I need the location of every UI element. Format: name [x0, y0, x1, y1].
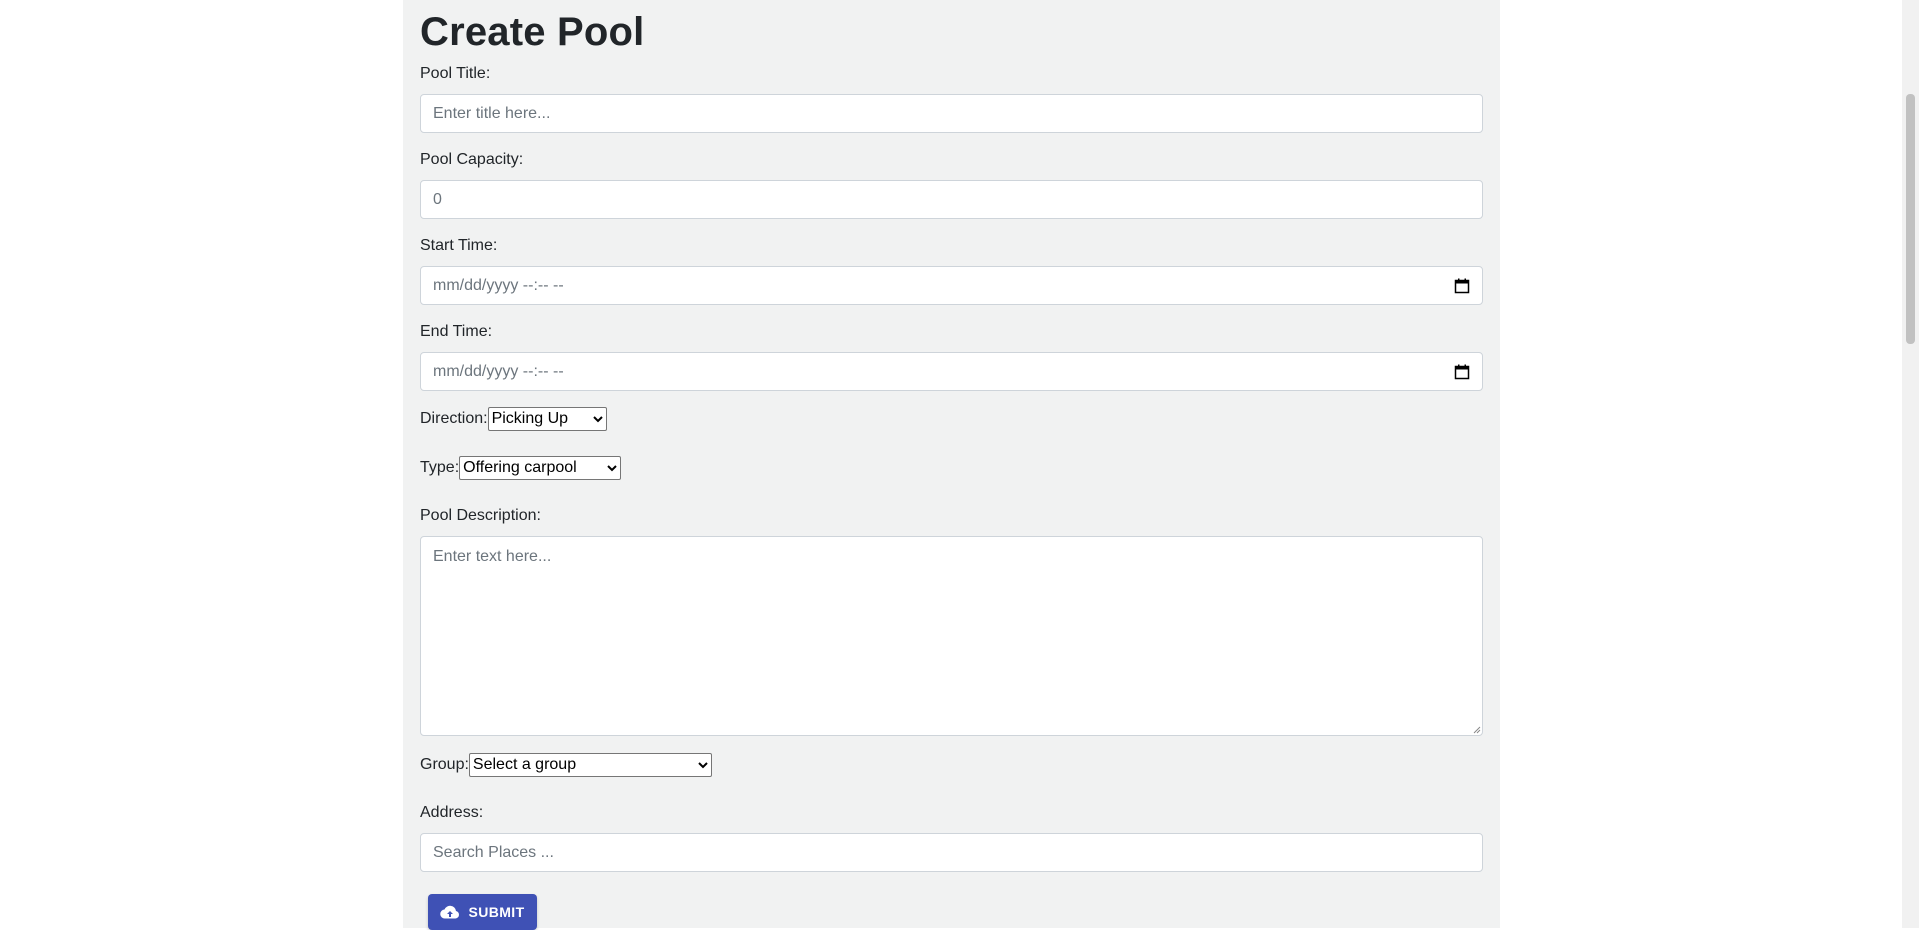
address-label: Address:	[420, 804, 484, 821]
group-value: Select a group	[472, 756, 577, 773]
type-select[interactable]: Offering carpool	[459, 456, 622, 480]
submit-button[interactable]: SUBMIT	[428, 894, 537, 930]
end-time-value: mm/dd/yyyy --:-- --	[433, 363, 564, 380]
form-panel: Create Pool Pool Title: Pool Capacity: S…	[403, 0, 1500, 930]
group-row: Group: Select a group	[420, 753, 712, 777]
start-time-label: Start Time:	[420, 237, 498, 254]
chevron-down-icon	[698, 762, 708, 769]
direction-label: Direction:	[420, 410, 488, 427]
type-row: Type: Offering carpool	[420, 456, 622, 480]
start-time-input[interactable]: mm/dd/yyyy --:-- --	[420, 266, 1483, 305]
type-value: Offering carpool	[463, 459, 577, 476]
pool-title-input[interactable]	[420, 94, 1483, 133]
scrollbar-thumb[interactable]	[1906, 94, 1915, 344]
group-label: Group:	[420, 756, 469, 773]
direction-row: Direction: Picking Up	[420, 407, 607, 431]
cloud-upload-icon	[440, 905, 460, 919]
submit-label: SUBMIT	[468, 904, 525, 920]
chevron-down-icon	[607, 465, 617, 472]
address-search-input[interactable]	[420, 833, 1483, 872]
page-title: Create Pool	[420, 10, 645, 54]
pool-description-label: Pool Description:	[420, 507, 541, 524]
pool-capacity-label: Pool Capacity:	[420, 151, 524, 168]
chevron-down-icon	[592, 416, 603, 423]
start-time-value: mm/dd/yyyy --:-- --	[433, 277, 564, 294]
pool-description-wrapper	[420, 536, 1483, 736]
type-label: Type:	[420, 459, 460, 476]
end-time-label: End Time:	[420, 323, 493, 340]
resize-handle-icon[interactable]	[1473, 726, 1481, 734]
end-time-input[interactable]: mm/dd/yyyy --:-- --	[420, 352, 1483, 391]
direction-value: Picking Up	[491, 410, 569, 427]
pool-title-label: Pool Title:	[420, 65, 491, 82]
calendar-icon[interactable]	[1454, 278, 1470, 294]
pool-capacity-input[interactable]	[420, 180, 1483, 219]
page-scrollbar[interactable]	[1902, 0, 1919, 928]
pool-description-textarea[interactable]	[420, 536, 1483, 736]
group-select[interactable]: Select a group	[468, 753, 712, 777]
direction-select[interactable]: Picking Up	[487, 407, 607, 431]
calendar-icon[interactable]	[1454, 364, 1470, 380]
